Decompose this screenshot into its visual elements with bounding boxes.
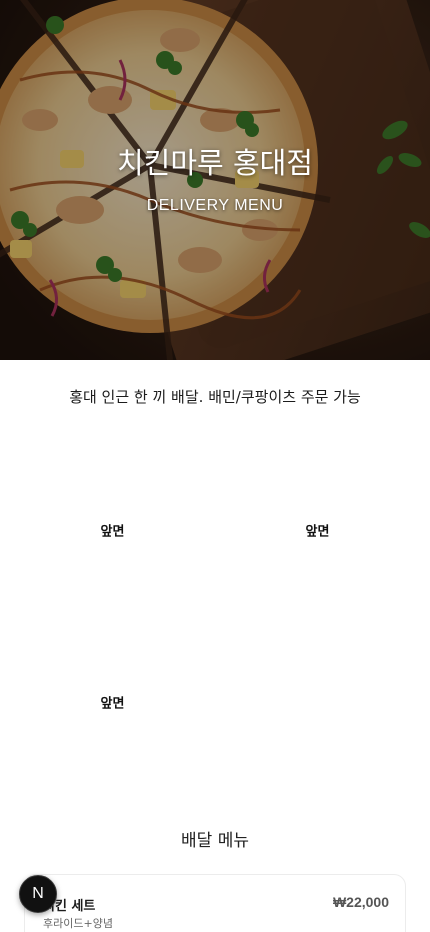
- menu-item-price: ₩22,000: [332, 894, 389, 910]
- photo-label: 앞면: [305, 524, 330, 540]
- menu-item-card[interactable]: 치킨 세트 후라이드+양념 ₩22,000: [24, 874, 406, 932]
- hero-subtitle: DELIVERY MENU: [146, 197, 284, 214]
- floating-n-button[interactable]: N: [19, 875, 57, 913]
- photo-label: 앞면: [100, 696, 125, 712]
- menu-photo[interactable]: 앞면: [220, 446, 415, 614]
- tagline: 홍대 인근 한 끼 배달. 배민/쿠팡이츠 주문 가능: [69, 388, 361, 406]
- photo-label: 앞면: [100, 524, 125, 540]
- hero-title: 치킨마루 홍대점: [117, 146, 313, 180]
- menu-photo[interactable]: 앞면: [15, 446, 210, 614]
- page: 치킨마루 홍대점 DELIVERY MENU 홍대 인근 한 끼 배달. 배민/…: [0, 0, 430, 932]
- hero-banner: 치킨마루 홍대점 DELIVERY MENU: [0, 0, 430, 360]
- menu-photo[interactable]: 앞면: [15, 618, 210, 786]
- menu-item-description: 후라이드+양념: [43, 917, 113, 930]
- section-title: 배달 메뉴: [181, 831, 249, 851]
